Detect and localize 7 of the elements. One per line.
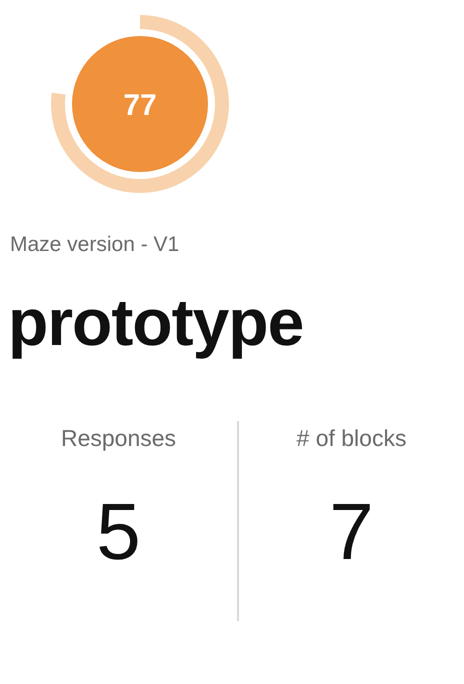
stat-value: 7	[329, 486, 374, 578]
stat-value: 5	[96, 486, 141, 578]
title: prototype	[8, 284, 304, 361]
stat-label: Responses	[60, 424, 176, 453]
score-value: 77	[123, 89, 157, 122]
subtitle: Maze version - V1	[10, 232, 180, 258]
stat-label: # of blocks	[296, 424, 406, 453]
